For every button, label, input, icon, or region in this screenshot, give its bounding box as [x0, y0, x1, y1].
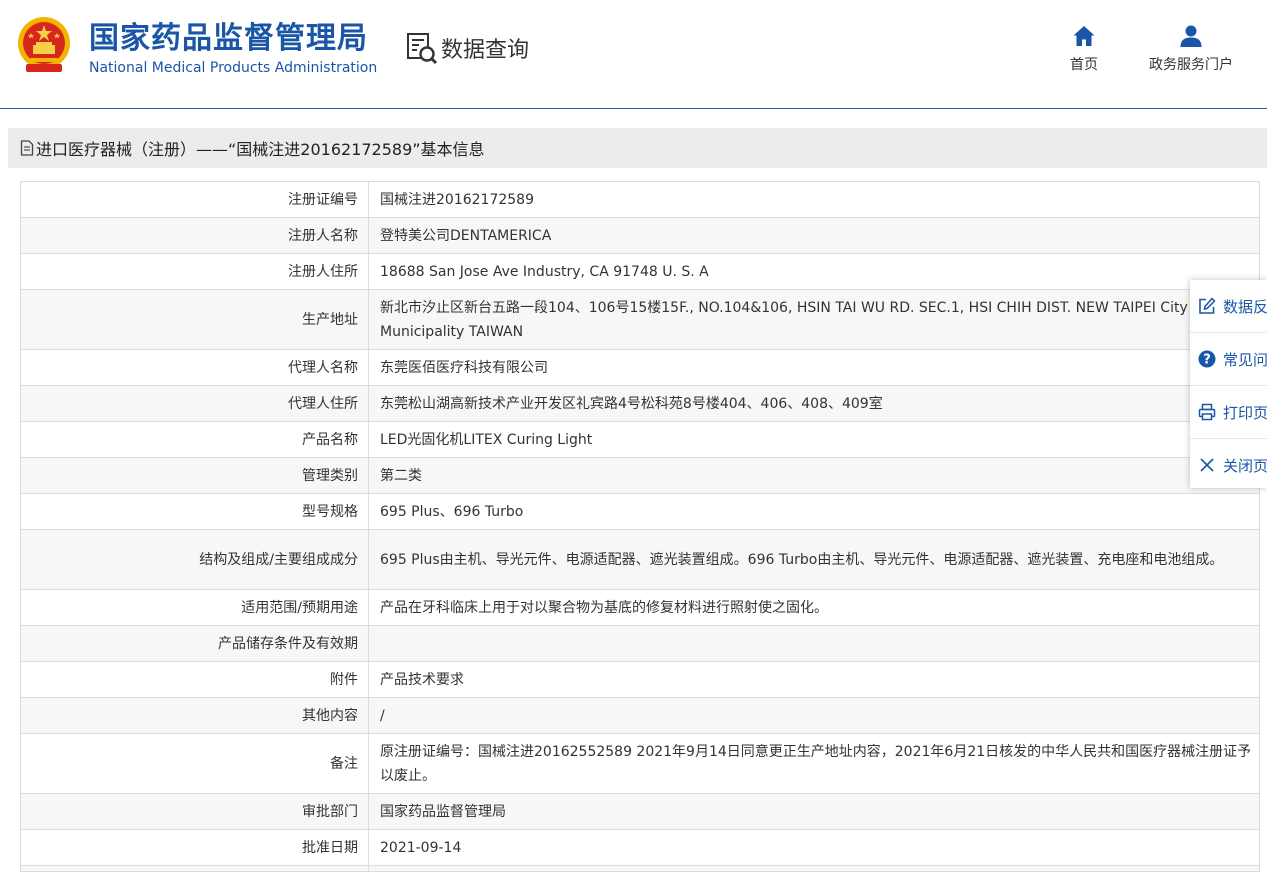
field-value: 新北市汐止区新台五路一段104、106号15楼15F., NO.104&106,…: [368, 289, 1260, 350]
field-label: 产品名称: [20, 421, 369, 458]
print-label: 打印页面: [1223, 403, 1267, 422]
field-label: 生产地址: [20, 289, 369, 350]
field-value: 东莞松山湖高新技术产业开发区礼宾路4号松科苑8号楼404、406、408、409…: [368, 385, 1260, 422]
page-title: 进口医疗器械（注册）——“国械注进20162172589”基本信息: [36, 140, 485, 159]
field-label: 注册人名称: [20, 217, 369, 254]
data-query-section: 数据查询: [405, 30, 529, 66]
table-row: 管理类别 第二类: [20, 457, 1260, 494]
document-search-icon: [407, 33, 438, 65]
field-label: 注册证编号: [20, 181, 369, 218]
field-label: 管理类别: [20, 457, 369, 494]
svg-text:?: ?: [1203, 353, 1211, 368]
field-label: 型号规格: [20, 493, 369, 530]
table-row: 审批部门 国家药品监督管理局: [20, 793, 1260, 830]
table-row: 附件 产品技术要求: [20, 661, 1260, 698]
field-label: 代理人住所: [20, 385, 369, 422]
national-emblem-icon: [18, 17, 70, 72]
print-icon: [1198, 403, 1216, 421]
table-row: 注册证编号 国械注进20162172589: [20, 181, 1260, 218]
close-icon: [1200, 458, 1214, 472]
table-row: 其他内容 /: [20, 697, 1260, 734]
field-value: [368, 625, 1260, 662]
field-value: 2021-09-14: [368, 829, 1260, 866]
edit-icon: [1199, 297, 1216, 314]
page-title-bar: 进口医疗器械（注册）——“国械注进20162172589”基本信息: [8, 128, 1267, 168]
nav-government-portal[interactable]: 政务服务门户: [1143, 24, 1239, 74]
table-row: 型号规格 695 Plus、696 Turbo: [20, 493, 1260, 530]
floating-side-panel: 数据反馈 ? 常见问题 打印页面 关闭页面: [1190, 280, 1267, 488]
site-header: 国家药品监督管理局 National Medical Products Admi…: [0, 0, 1267, 109]
field-value: 国家药品监督管理局: [368, 793, 1260, 830]
table-row: [20, 865, 1260, 872]
brand-title-cn: 国家药品监督管理局: [89, 21, 368, 56]
table-row: 产品储存条件及有效期: [20, 625, 1260, 662]
faq-label: 常见问题: [1223, 350, 1267, 369]
field-label: 审批部门: [20, 793, 369, 830]
table-row: 注册人住所 18688 San Jose Ave Industry, CA 917…: [20, 253, 1260, 290]
nav-portal-label: 政务服务门户: [1149, 57, 1233, 73]
field-value: 登特美公司DENTAMERICA: [368, 217, 1260, 254]
field-value: 695 Plus、696 Turbo: [368, 493, 1260, 530]
table-row: 结构及组成/主要组成成分 695 Plus由主机、导光元件、电源适配器、遮光装置组…: [20, 529, 1260, 590]
document-icon: [20, 140, 34, 156]
table-row: 生产地址 新北市汐止区新台五路一段104、106号15楼15F., NO.104&…: [20, 289, 1260, 350]
close-page-button[interactable]: 关闭页面: [1190, 439, 1267, 491]
close-page-label: 关闭页面: [1223, 456, 1267, 475]
field-value: 原注册证编号：国械注进20162552589 2021年9月14日同意更正生产地…: [368, 733, 1260, 794]
table-row: 代理人名称 东莞医佰医疗科技有限公司: [20, 349, 1260, 386]
nav-home[interactable]: 首页: [1068, 24, 1100, 74]
table-row: 备注 原注册证编号：国械注进20162552589 2021年9月14日同意更正生…: [20, 733, 1260, 794]
field-label: 备注: [20, 733, 369, 794]
nav-home-label: 首页: [1070, 57, 1098, 73]
field-value: /: [368, 697, 1260, 734]
table-row: 代理人住所 东莞松山湖高新技术产业开发区礼宾路4号松科苑8号楼404、406、40…: [20, 385, 1260, 422]
feedback-button[interactable]: 数据反馈: [1190, 280, 1267, 333]
field-label: 产品储存条件及有效期: [20, 625, 369, 662]
brand-title-en: National Medical Products Administration: [89, 60, 378, 76]
field-value: 第二类: [368, 457, 1260, 494]
field-value: LED光固化机LITEX Curing Light: [368, 421, 1260, 458]
table-row: 产品名称 LED光固化机LITEX Curing Light: [20, 421, 1260, 458]
field-value: [368, 865, 1260, 872]
field-label: [20, 865, 369, 872]
field-label: 适用范围/预期用途: [20, 589, 369, 626]
data-query-label: 数据查询: [441, 38, 530, 63]
faq-button[interactable]: ? 常见问题: [1190, 333, 1267, 386]
field-value: 国械注进20162172589: [368, 181, 1260, 218]
question-icon: ?: [1198, 350, 1216, 368]
field-label: 注册人住所: [20, 253, 369, 290]
field-label: 附件: [20, 661, 369, 698]
feedback-label: 数据反馈: [1223, 297, 1267, 316]
field-value: 东莞医佰医疗科技有限公司: [368, 349, 1260, 386]
field-value: 18688 San Jose Ave Industry, CA 91748 U.…: [368, 253, 1260, 290]
home-icon: [1073, 26, 1095, 46]
field-value: 695 Plus由主机、导光元件、电源适配器、遮光装置组成。696 Turbo由…: [368, 529, 1260, 590]
print-button[interactable]: 打印页面: [1190, 386, 1267, 439]
field-label: 批准日期: [20, 829, 369, 866]
registration-info-table: 注册证编号 国械注进20162172589 注册人名称 登特美公司DENTAMERI…: [20, 181, 1260, 872]
field-value: 产品技术要求: [368, 661, 1260, 698]
field-label: 其他内容: [20, 697, 369, 734]
field-label: 结构及组成/主要组成成分: [20, 529, 369, 590]
table-row: 注册人名称 登特美公司DENTAMERICA: [20, 217, 1260, 254]
field-label: 代理人名称: [20, 349, 369, 386]
user-icon: [1180, 25, 1202, 47]
table-row: 适用范围/预期用途 产品在牙科临床上用于对以聚合物为基底的修复材料进行照射使之固化…: [20, 589, 1260, 626]
field-value: 产品在牙科临床上用于对以聚合物为基底的修复材料进行照射使之固化。: [368, 589, 1260, 626]
table-row: 批准日期 2021-09-14: [20, 829, 1260, 866]
